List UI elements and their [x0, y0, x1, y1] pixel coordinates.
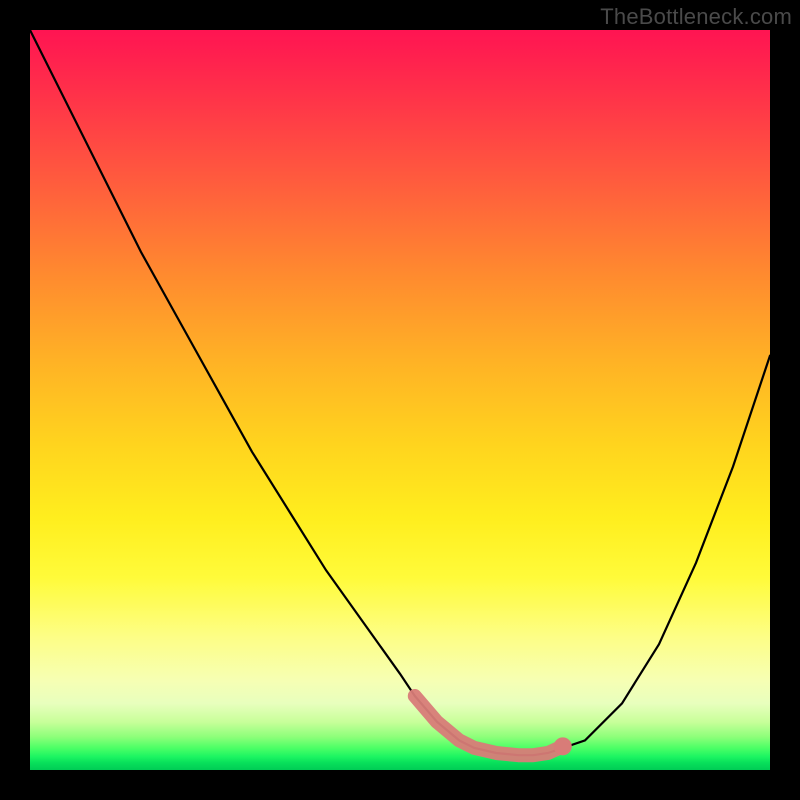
- optimal-range-highlight: [415, 696, 563, 755]
- chart-frame: TheBottleneck.com: [0, 0, 800, 800]
- gradient-plot-area: [30, 30, 770, 770]
- bottleneck-curve-svg: [30, 30, 770, 770]
- watermark-text: TheBottleneck.com: [600, 4, 792, 30]
- optimal-marker-dot: [554, 737, 572, 755]
- bottleneck-curve-path: [30, 30, 770, 755]
